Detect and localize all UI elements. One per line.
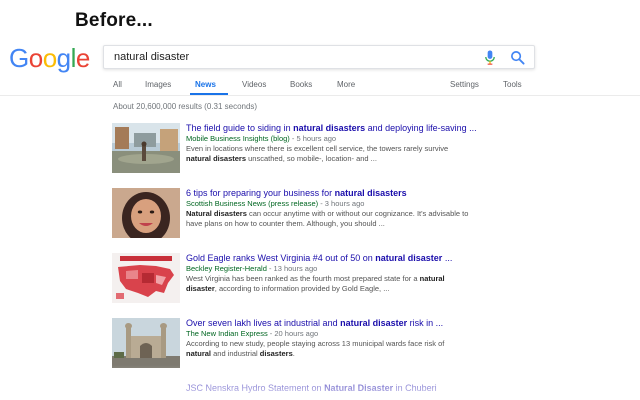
news-result: JSC Nenskra Hydro Statement on Natural D… <box>112 383 632 397</box>
news-result: The field guide to siding in natural dis… <box>112 123 632 175</box>
logo-letter: G <box>9 43 29 73</box>
snippet-text: West Virginia has been ranked as the fou… <box>186 274 420 283</box>
logo-letter: g <box>56 43 71 73</box>
snippet-text: , according to information provided by G… <box>214 284 390 293</box>
snippet-text: and industrial <box>211 349 260 358</box>
logo-letter: e <box>75 43 90 73</box>
news-result: 6 tips for preparing your business for n… <box>112 188 632 240</box>
source-name: Scottish Business News (press release) <box>186 199 319 208</box>
snippet-text: unscathed, so mobile-, location- and ... <box>246 154 377 163</box>
logo-letter: o <box>28 43 43 73</box>
snippet-keyword: natural disasters <box>186 154 247 163</box>
logo-letter: o <box>42 43 57 73</box>
result-time: - 20 hours ago <box>267 329 319 338</box>
title-text: and deploying life-saving ... <box>365 123 477 133</box>
source-name: The New Indian Express <box>186 329 268 338</box>
caption-before: Before... <box>75 10 153 31</box>
title-text: in Chuberi <box>393 383 437 393</box>
tab-more[interactable]: More <box>337 80 355 89</box>
result-title-link[interactable]: 6 tips for preparing your business for n… <box>186 188 626 199</box>
snippet-keyword: disasters <box>259 349 293 358</box>
search-header: Google natural disaster All Images News … <box>0 38 640 96</box>
result-stats: About 20,600,000 results (0.31 seconds) <box>113 102 258 111</box>
search-icon[interactable] <box>510 50 525 65</box>
source-name: Mobile Business Insights (blog) <box>186 134 290 143</box>
title-keyword: natural disasters <box>293 123 366 133</box>
snippet-text: Even in locations where there is excelle… <box>186 144 449 153</box>
search-query[interactable]: natural disaster <box>114 51 189 63</box>
title-text: JSC Nenskra Hydro Statement on <box>186 383 325 393</box>
snippet-text: can occur anytime with or without our co… <box>246 209 469 218</box>
result-thumbnail-map[interactable] <box>112 253 180 303</box>
result-time: - 5 hours ago <box>289 134 337 143</box>
result-snippet: Even in locations where there is excelle… <box>186 144 626 164</box>
result-snippet: According to new study, people staying a… <box>186 339 626 359</box>
title-keyword: natural disaster <box>375 253 443 263</box>
result-source: Beckley Register-Herald - 13 hours ago <box>186 264 626 274</box>
source-name: Beckley Register-Herald <box>186 264 267 273</box>
result-title-link[interactable]: JSC Nenskra Hydro Statement on Natural D… <box>186 383 626 394</box>
snippet-keyword: natural <box>186 349 212 358</box>
title-text: Gold Eagle ranks West Virginia #4 out of… <box>186 253 376 263</box>
snippet-text: . <box>292 349 295 358</box>
tab-news[interactable]: News <box>195 80 216 89</box>
title-text: 6 tips for preparing your business for <box>186 188 335 198</box>
tab-tools[interactable]: Tools <box>503 80 522 89</box>
snippet-text: According to new study, people staying a… <box>186 339 445 348</box>
google-logo[interactable]: Google <box>9 43 90 74</box>
result-time: - 3 hours ago <box>318 199 365 208</box>
tab-videos[interactable]: Videos <box>242 80 266 89</box>
title-keyword: natural disasters <box>334 188 407 198</box>
result-thumbnail-portrait[interactable] <box>112 188 180 238</box>
title-text: The field guide to siding in <box>186 123 294 133</box>
result-snippet: West Virginia has been ranked as the fou… <box>186 274 626 294</box>
result-thumbnail-flood[interactable] <box>112 123 180 173</box>
snippet-keyword: disaster <box>186 284 215 293</box>
snippet-keyword: Natural disasters <box>186 209 247 218</box>
snippet-text: have plans on how to counter them. Altho… <box>186 219 385 228</box>
snippet-keyword: natural <box>419 274 445 283</box>
title-text: risk in ... <box>407 318 444 328</box>
tab-books[interactable]: Books <box>290 80 312 89</box>
result-source: Scottish Business News (press release) -… <box>186 199 626 209</box>
tab-settings[interactable]: Settings <box>450 80 479 89</box>
title-keyword: natural disaster <box>340 318 408 328</box>
result-title-link[interactable]: Gold Eagle ranks West Virginia #4 out of… <box>186 253 626 264</box>
result-time: - 13 hours ago <box>266 264 318 273</box>
search-tabs: All Images News Videos Books More Settin… <box>0 80 640 96</box>
title-keyword: Natural Disaster <box>324 383 394 393</box>
microphone-icon[interactable] <box>484 50 496 65</box>
news-result: Gold Eagle ranks West Virginia #4 out of… <box>112 253 632 305</box>
title-text: Over seven lakh lives at industrial and <box>186 318 341 328</box>
search-input[interactable]: natural disaster <box>103 45 535 69</box>
result-snippet: Natural disasters can occur anytime with… <box>186 209 626 229</box>
result-title-link[interactable]: Over seven lakh lives at industrial and … <box>186 318 626 329</box>
result-title-link[interactable]: The field guide to siding in natural dis… <box>186 123 626 134</box>
result-thumbnail-monument[interactable] <box>112 318 180 368</box>
tab-all[interactable]: All <box>113 80 122 89</box>
result-source: Mobile Business Insights (blog) - 5 hour… <box>186 134 626 144</box>
title-text: ... <box>442 253 453 263</box>
news-result: Over seven lakh lives at industrial and … <box>112 318 632 370</box>
tab-images[interactable]: Images <box>145 80 171 89</box>
result-source: The New Indian Express - 20 hours ago <box>186 329 626 339</box>
active-tab-indicator <box>190 93 228 95</box>
